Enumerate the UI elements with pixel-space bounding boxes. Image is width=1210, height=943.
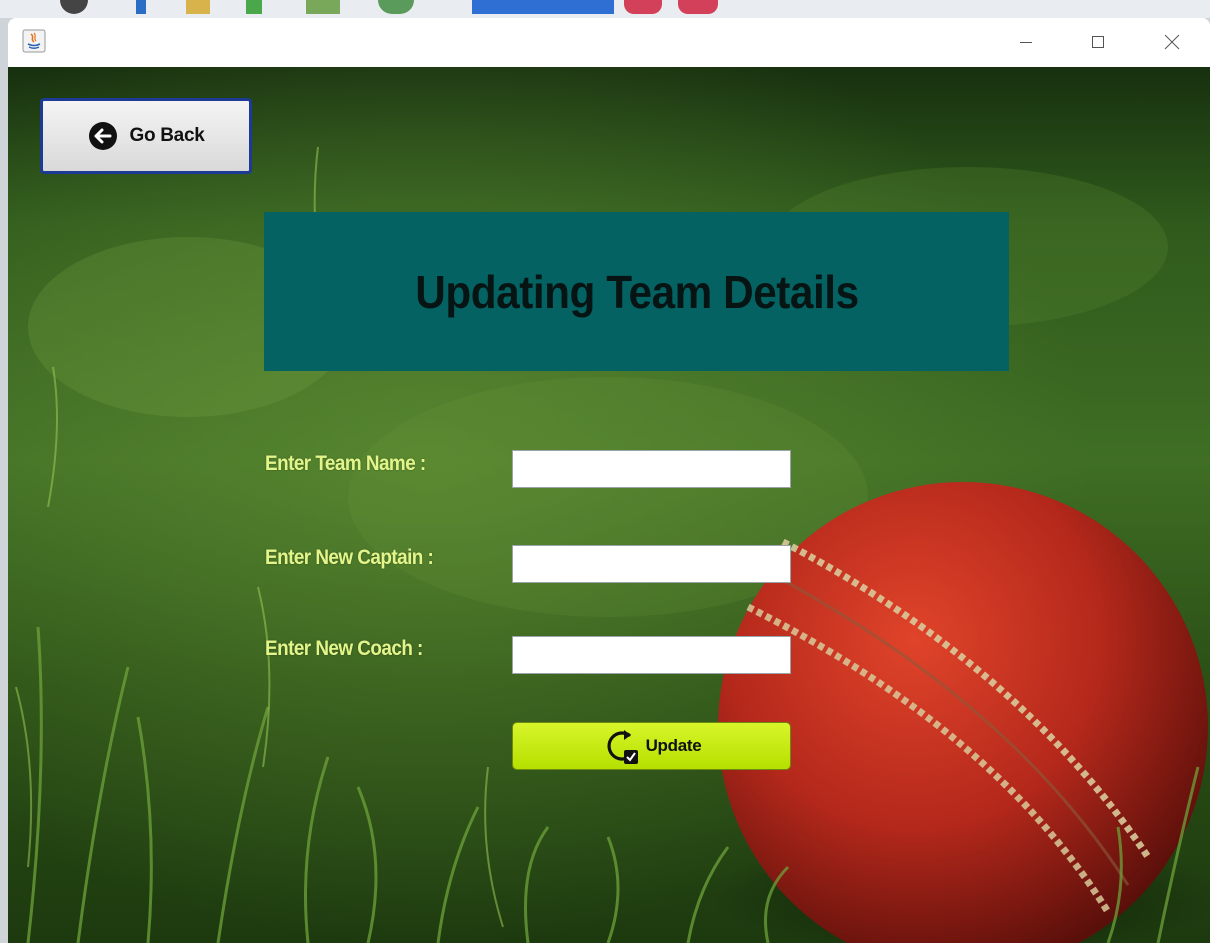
taskbar-app-icon[interactable] (186, 0, 210, 14)
minimize-icon (1020, 42, 1032, 43)
page-title: Updating Team Details (414, 265, 859, 318)
java-app-icon (22, 29, 46, 53)
go-back-button[interactable]: Go Back (40, 98, 252, 174)
update-label: Update (645, 736, 702, 755)
taskbar-app-icon[interactable] (60, 0, 88, 14)
taskbar-app-icon[interactable] (378, 0, 414, 14)
maximize-icon (1092, 36, 1104, 48)
taskbar-app-icon[interactable] (246, 0, 262, 14)
refresh-check-icon (607, 730, 638, 764)
team-name-label: Enter Team Name : (265, 452, 426, 475)
taskbar-app-icon[interactable] (624, 0, 662, 14)
arrow-left-circle-icon (88, 122, 117, 150)
maximize-button[interactable] (1076, 26, 1120, 58)
coach-input[interactable] (512, 636, 791, 674)
captain-label: Enter New Captain : (265, 546, 434, 569)
title-bar[interactable] (8, 18, 1210, 68)
content-pane: Go Back Updating Team Details Enter Team… (8, 67, 1210, 943)
team-name-input[interactable] (512, 450, 791, 488)
taskbar-app-icon[interactable] (306, 0, 340, 14)
coach-label: Enter New Coach : (265, 637, 423, 660)
taskbar-app-icon[interactable] (136, 0, 146, 14)
taskbar-app-icon[interactable] (678, 0, 718, 14)
background-image (8, 67, 1210, 943)
taskbar-active-item[interactable] (472, 0, 614, 14)
app-window: Go Back Updating Team Details Enter Team… (8, 18, 1210, 943)
close-button[interactable] (1150, 26, 1194, 58)
title-panel: Updating Team Details (264, 212, 1009, 371)
close-icon (1164, 34, 1180, 50)
update-button[interactable]: Update (512, 722, 791, 770)
minimize-button[interactable] (1004, 26, 1048, 58)
go-back-label: Go Back (129, 125, 205, 146)
captain-input[interactable] (512, 545, 791, 583)
desktop-taskbar-strip (0, 0, 1210, 18)
